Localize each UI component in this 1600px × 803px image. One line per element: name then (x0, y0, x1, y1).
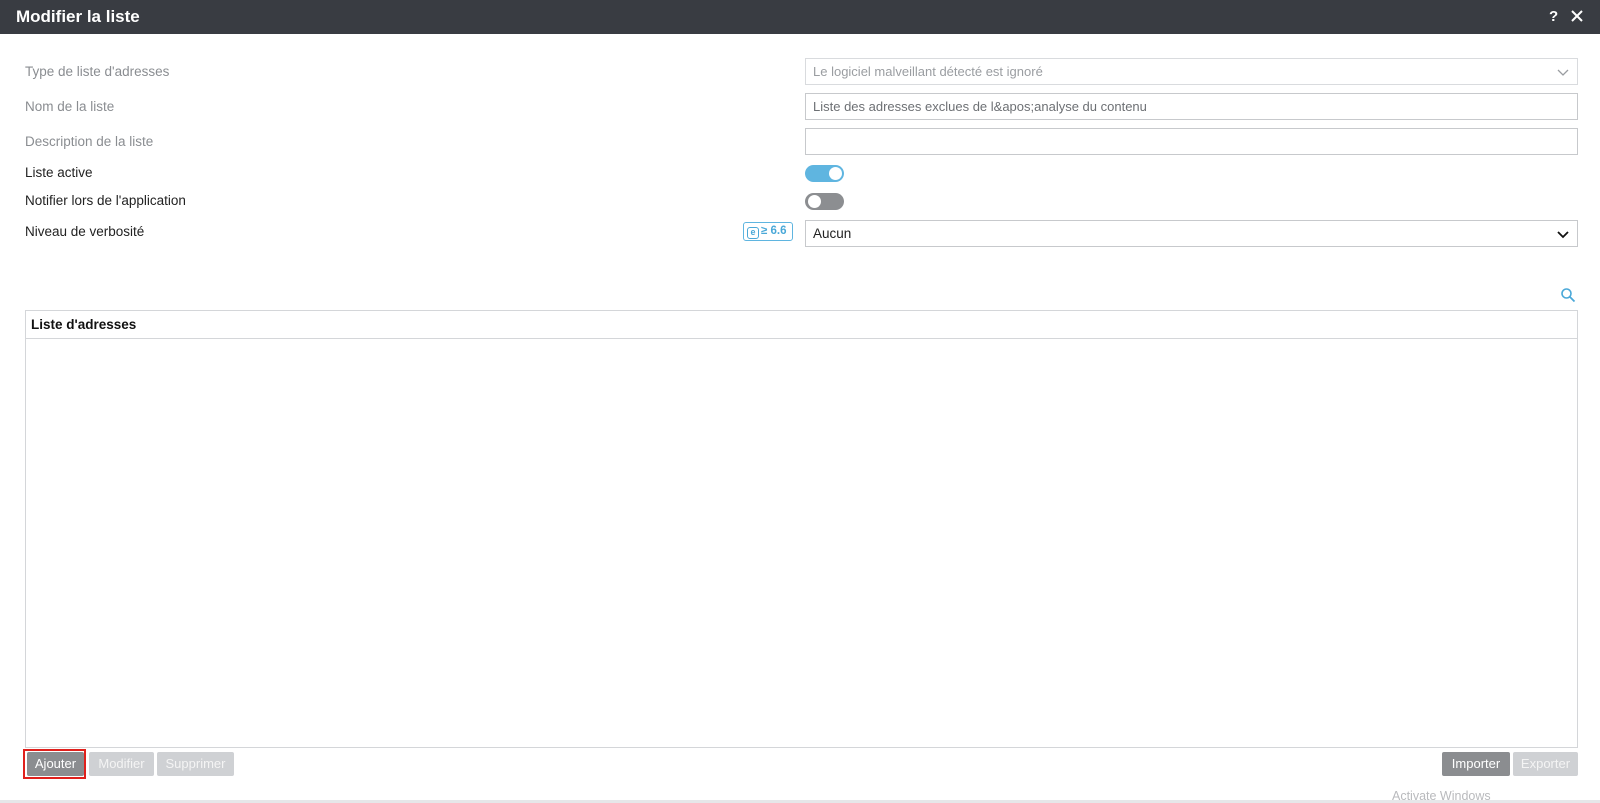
toggle-knob (808, 195, 821, 208)
notify-on-apply-toggle[interactable] (805, 193, 844, 210)
edit-list-dialog: Modifier la liste ? Type de liste d'adre… (0, 0, 1600, 803)
chevron-down-icon (1557, 231, 1569, 239)
modify-button[interactable]: Modifier (89, 752, 154, 776)
list-description-label: Description de la liste (25, 134, 154, 149)
list-active-toggle[interactable] (805, 165, 844, 182)
search-icon[interactable] (1560, 287, 1576, 303)
table-column-header[interactable]: Liste d'adresses (26, 311, 1577, 339)
address-list-type-value: Le logiciel malveillant détecté est igno… (813, 64, 1043, 79)
chevron-down-icon (1557, 69, 1569, 76)
export-button[interactable]: Exporter (1513, 752, 1578, 776)
help-icon[interactable]: ? (1549, 8, 1558, 25)
address-list-type-select: Le logiciel malveillant détecté est igno… (805, 58, 1578, 85)
close-icon[interactable] (1568, 7, 1586, 25)
verbosity-level-value: Aucun (813, 226, 852, 241)
dialog-title: Modifier la liste (16, 7, 140, 26)
edition-icon: e (747, 227, 759, 239)
toggle-knob (829, 167, 842, 180)
add-button[interactable]: Ajouter (27, 752, 84, 776)
list-active-label: Liste active (25, 165, 93, 180)
version-badge-text: ≥ 6.6 (761, 225, 787, 237)
list-name-label: Nom de la liste (25, 99, 115, 114)
title-bar: Modifier la liste ? (0, 0, 1600, 34)
verbosity-level-label: Niveau de verbosité (25, 224, 145, 239)
delete-button[interactable]: Supprimer (157, 752, 234, 776)
version-badge: e ≥ 6.6 (743, 222, 793, 241)
list-description-input[interactable] (805, 128, 1578, 155)
verbosity-level-select[interactable]: Aucun (805, 220, 1578, 247)
notify-on-apply-label: Notifier lors de l'application (25, 193, 186, 208)
address-list-table: Liste d'adresses (25, 310, 1578, 748)
address-list-type-label: Type de liste d'adresses (25, 64, 170, 79)
list-name-input[interactable]: Liste des adresses exclues de l&apos;ana… (805, 93, 1578, 120)
import-button[interactable]: Importer (1442, 752, 1510, 776)
list-name-value: Liste des adresses exclues de l&apos;ana… (813, 99, 1147, 114)
